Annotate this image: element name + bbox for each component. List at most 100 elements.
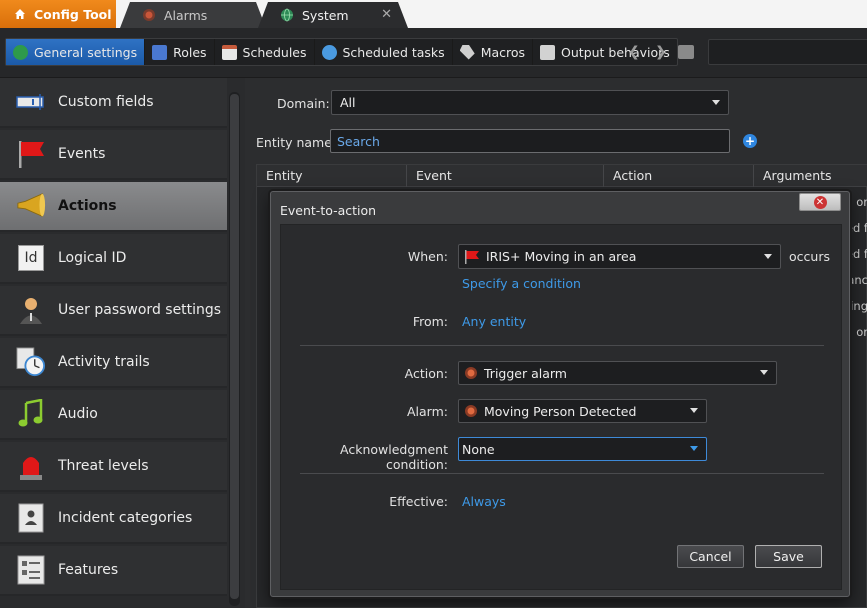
user-icon bbox=[16, 295, 46, 325]
sidebar-scrollbar[interactable] bbox=[229, 92, 240, 606]
dialog-body: When: IRIS+ Moving in an area occurs Spe… bbox=[280, 224, 842, 590]
save-button[interactable]: Save bbox=[755, 545, 822, 568]
column-action[interactable]: Action bbox=[604, 165, 754, 187]
close-icon: ✕ bbox=[813, 195, 827, 209]
effective-schedule-link[interactable]: Always bbox=[462, 494, 506, 509]
tab-alarms-label: Alarms bbox=[164, 7, 208, 23]
toolbar-label: Roles bbox=[173, 44, 207, 60]
alarm-label: Alarm: bbox=[407, 404, 448, 419]
entity-name-search-input[interactable]: Search bbox=[330, 129, 730, 153]
sidebar-item-audio[interactable]: Audio bbox=[0, 390, 227, 440]
tab-config-tool[interactable]: Config Tool bbox=[0, 0, 116, 28]
sidebar-scrollbar-thumb[interactable] bbox=[230, 94, 239, 599]
effective-label: Effective: bbox=[389, 494, 448, 509]
sidebar-item-label: Incident categories bbox=[58, 510, 193, 526]
hierarchy-icon[interactable] bbox=[678, 45, 694, 59]
chevron-down-icon bbox=[690, 408, 698, 413]
sidebar-item-label: Features bbox=[58, 562, 119, 578]
toolbar-scheduled-tasks[interactable]: Scheduled tasks bbox=[315, 39, 453, 65]
output-behaviors-icon bbox=[540, 44, 556, 60]
sidebar-item-label: User password settings bbox=[58, 302, 222, 318]
action-dropdown[interactable]: Trigger alarm bbox=[458, 361, 777, 385]
column-entity[interactable]: Entity bbox=[257, 165, 407, 187]
calendar-icon bbox=[221, 44, 237, 60]
flag-icon bbox=[465, 249, 479, 264]
forward-icon[interactable]: ❯ bbox=[655, 44, 667, 60]
megaphone-icon bbox=[16, 191, 46, 221]
sidebar-item-label: Logical ID bbox=[58, 250, 127, 266]
sidebar-item-logical-id[interactable]: Id Logical ID bbox=[0, 234, 227, 284]
toolbar-search-input[interactable] bbox=[708, 39, 867, 65]
when-event-value: IRIS+ Moving in an area bbox=[486, 249, 637, 264]
domain-value: All bbox=[340, 95, 356, 110]
toolbar-general-settings[interactable]: General settings bbox=[6, 39, 146, 65]
divider bbox=[300, 473, 824, 474]
home-icon bbox=[15, 9, 25, 19]
alarm-icon bbox=[465, 367, 477, 379]
from-label: From: bbox=[412, 314, 448, 329]
cancel-button[interactable]: Cancel bbox=[677, 545, 744, 568]
flag-icon bbox=[16, 139, 46, 169]
siren-icon bbox=[16, 451, 46, 481]
action-label: Action: bbox=[404, 366, 448, 381]
chevron-down-icon bbox=[764, 253, 772, 259]
close-tab-icon[interactable]: ✕ bbox=[381, 7, 392, 22]
toolbar-label: Schedules bbox=[242, 44, 307, 60]
event-to-action-dialog: Event-to-action ✕ When: IRIS+ Moving in … bbox=[270, 191, 850, 597]
sidebar-item-events[interactable]: Events bbox=[0, 130, 227, 180]
dialog-title: Event-to-action bbox=[280, 203, 377, 218]
globe-icon bbox=[280, 8, 294, 22]
sidebar-item-custom-fields[interactable]: Custom fields bbox=[0, 78, 227, 128]
music-note-icon bbox=[16, 399, 46, 429]
add-icon[interactable]: + bbox=[743, 134, 757, 148]
sidebar-item-threat-levels[interactable]: Threat levels bbox=[0, 442, 227, 492]
toolbar-schedules[interactable]: Schedules bbox=[215, 39, 315, 65]
sidebar-item-features[interactable]: Features bbox=[0, 546, 227, 596]
from-entity-link[interactable]: Any entity bbox=[462, 314, 526, 329]
sidebar-item-user-password-settings[interactable]: User password settings bbox=[0, 286, 227, 336]
column-event[interactable]: Event bbox=[407, 165, 604, 187]
acknowledgment-condition-dropdown[interactable]: None bbox=[458, 437, 707, 461]
specify-condition-link[interactable]: Specify a condition bbox=[462, 276, 581, 291]
alarm-dropdown[interactable]: Moving Person Detected bbox=[458, 399, 707, 423]
domain-dropdown[interactable]: All bbox=[331, 90, 729, 115]
alarm-icon bbox=[142, 8, 156, 22]
tab-config-label: Config Tool bbox=[34, 6, 112, 22]
incident-categories-icon bbox=[16, 503, 46, 533]
macro-icon bbox=[459, 44, 475, 60]
alarm-value: Moving Person Detected bbox=[484, 403, 637, 419]
sidebar-item-label: Events bbox=[58, 146, 106, 162]
custom-fields-icon bbox=[16, 87, 46, 117]
toolbar-roles[interactable]: Roles bbox=[145, 39, 215, 65]
dialog-close-button[interactable]: ✕ bbox=[799, 193, 841, 211]
sidebar-item-label: Custom fields bbox=[58, 94, 154, 110]
tab-system[interactable]: System ✕ bbox=[258, 2, 408, 28]
toolbar-label: General settings bbox=[34, 44, 138, 60]
chevron-down-icon bbox=[760, 370, 768, 375]
sidebar-item-label: Threat levels bbox=[58, 458, 149, 474]
divider bbox=[300, 345, 824, 346]
sidebar-item-activity-trails[interactable]: Activity trails bbox=[0, 338, 227, 388]
occurs-label: occurs bbox=[789, 249, 830, 264]
entity-name-placeholder: Search bbox=[337, 133, 380, 149]
scheduled-tasks-icon bbox=[321, 44, 337, 60]
toolbar-macros[interactable]: Macros bbox=[453, 39, 534, 65]
id-card-icon-text: Id bbox=[18, 245, 44, 271]
entity-name-label: Entity name: bbox=[256, 135, 337, 150]
id-card-icon: Id bbox=[16, 243, 46, 273]
toolbar-label: Output behaviors bbox=[561, 44, 670, 60]
sidebar-item-incident-categories[interactable]: Incident categories bbox=[0, 494, 227, 544]
column-arguments[interactable]: Arguments bbox=[754, 165, 867, 187]
table-cell-peek: anc bbox=[847, 273, 867, 287]
sidebar-item-label: Activity trails bbox=[58, 354, 150, 370]
clock-icon bbox=[16, 347, 46, 377]
tab-alarms[interactable]: Alarms bbox=[120, 2, 266, 28]
when-event-dropdown[interactable]: IRIS+ Moving in an area bbox=[458, 244, 781, 269]
toolbar-tabs: General settings Roles Schedules Schedul… bbox=[5, 38, 678, 66]
back-icon[interactable]: ❮ bbox=[628, 44, 640, 60]
chevron-down-icon bbox=[712, 99, 720, 105]
alarm-icon bbox=[465, 405, 477, 417]
table-header: Entity Event Action Arguments bbox=[257, 165, 867, 187]
sidebar-item-actions[interactable]: Actions bbox=[0, 182, 227, 232]
toolbar-label: Macros bbox=[480, 44, 526, 60]
